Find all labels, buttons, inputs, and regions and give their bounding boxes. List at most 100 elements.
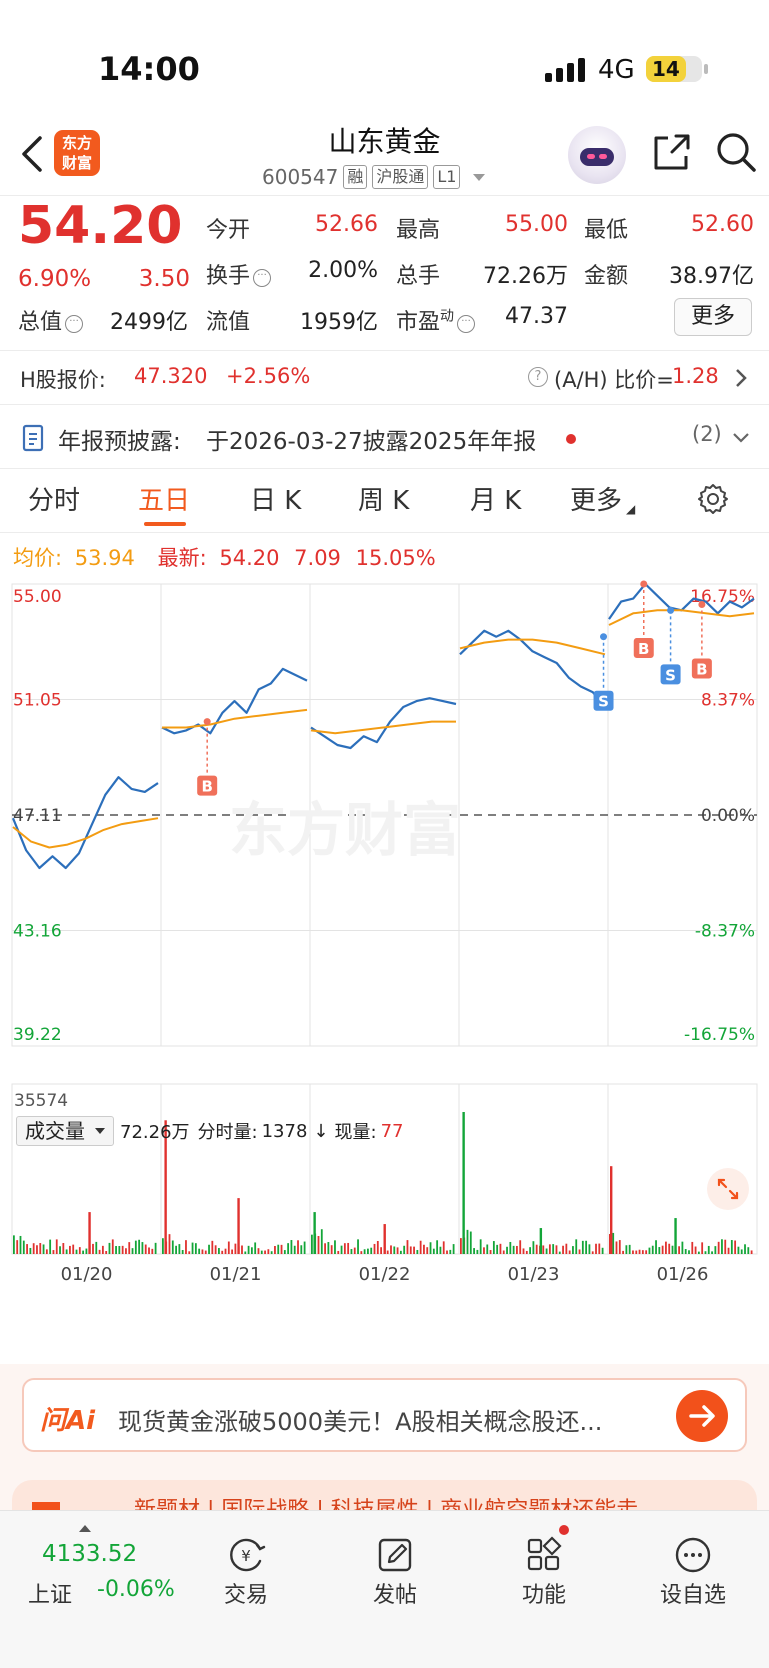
volume-bar: [665, 1241, 667, 1254]
nav-watchlist[interactable]: 设自选: [618, 1511, 768, 1631]
volume-bar: [181, 1250, 184, 1254]
volume-bar: [694, 1246, 697, 1254]
volume-bar: [85, 1248, 88, 1254]
active-tab-indicator: [144, 522, 186, 526]
volume-bar: [317, 1236, 320, 1254]
volume-bar: [290, 1240, 293, 1254]
volume-bar: [131, 1248, 134, 1254]
volume-bar: [148, 1247, 150, 1254]
tab-weekly-k[interactable]: 周 K: [358, 480, 409, 517]
volume-bar: [101, 1245, 104, 1254]
divider: [0, 404, 769, 405]
volume-bar: [436, 1240, 439, 1254]
volume-bar: [191, 1242, 194, 1254]
tab-more[interactable]: 更多 ◢: [570, 480, 635, 517]
volume-bar: [522, 1248, 525, 1254]
volume-bar: [548, 1244, 551, 1254]
volume-bar: [353, 1247, 356, 1254]
volume-total: 72.26万: [120, 1122, 190, 1143]
volume-bar: [254, 1242, 257, 1254]
stock-meta[interactable]: 600547 融 沪股通 L1: [262, 162, 486, 192]
volume-spike: [237, 1198, 240, 1254]
more-button[interactable]: 更多: [674, 298, 752, 336]
amount-label: 金额: [584, 264, 629, 289]
turnover-label[interactable]: 换手 ···: [206, 258, 272, 290]
share-icon[interactable]: [650, 132, 692, 174]
volume-bar: [707, 1245, 710, 1254]
latest-change: 7.09: [294, 546, 341, 570]
volume-bar: [373, 1243, 376, 1254]
volume-bar: [598, 1243, 601, 1254]
sell-mark-label: S: [598, 693, 609, 711]
h-share-row[interactable]: H股报价: 47.320 +2.56% ? (A/H) 比价= 1.28: [0, 352, 769, 402]
info-icon[interactable]: ···: [253, 269, 272, 287]
volume-bar: [460, 1238, 462, 1254]
avg-value: 53.94: [74, 546, 135, 570]
status-bar: 14:00 4G 14: [0, 0, 769, 120]
info-icon[interactable]: ···: [457, 315, 476, 333]
volume-bar: [442, 1241, 445, 1254]
ai-question-card[interactable]: 问Ai 现货黄金涨破5000美元！A股相关概念股还...: [22, 1378, 747, 1452]
nav-trade[interactable]: ¥ 交易: [171, 1511, 321, 1631]
volume-bar: [469, 1231, 472, 1254]
avg-line-day: [608, 609, 755, 626]
tick-volume-arrow: ↓: [313, 1120, 329, 1142]
volume-bar: [347, 1242, 350, 1254]
y-tick-right: -8.37%: [695, 922, 755, 942]
ai-prompt-text: 现货黄金涨破5000美元！A股相关概念股还...: [118, 1408, 603, 1436]
volume-bar: [185, 1240, 187, 1254]
report-notice[interactable]: 年报预披露: 于2026-03-27披露2025年年报 (2): [0, 410, 769, 466]
y-tick-left: 43.16: [13, 922, 62, 942]
volume-bar: [612, 1232, 615, 1254]
nav-index-ticker[interactable]: 4133.52 上证 -0.06%: [0, 1511, 175, 1631]
latest-percent: 15.05%: [355, 546, 436, 570]
volume-bar: [141, 1242, 144, 1254]
x-tick-label: 01/23: [508, 1264, 560, 1285]
collapse-up-icon: [79, 1525, 91, 1532]
volume-bar: [45, 1249, 48, 1254]
volume-bar: [727, 1247, 730, 1254]
volume-bar: [151, 1248, 154, 1254]
chart-tabs: 分时 五日 日 K 周 K 月 K 更多 ◢: [0, 474, 769, 532]
five-day-chart[interactable]: 东方财富 55.00 16.75%51.05 8.37%47.11 0.00%43.1…: [0, 572, 769, 1362]
nav-functions[interactable]: 功能: [469, 1511, 619, 1631]
volume-bar: [115, 1246, 117, 1254]
help-icon[interactable]: ?: [528, 367, 548, 387]
volume-bar: [69, 1245, 71, 1254]
volume-bar: [95, 1241, 98, 1254]
expand-icon[interactable]: [707, 1168, 749, 1210]
x-tick-label: 01/21: [210, 1264, 262, 1285]
volume-bar: [175, 1245, 177, 1254]
tab-five-day[interactable]: 五日: [138, 480, 190, 517]
pe-label[interactable]: 市盈动 ···: [396, 304, 476, 336]
volume-bar: [188, 1251, 191, 1254]
bottom-nav: 4133.52 上证 -0.06% ¥ 交易 发帖 功能 设自选: [0, 1510, 769, 1668]
volume-bar: [154, 1242, 157, 1254]
volume-bar: [565, 1243, 568, 1254]
tab-intraday[interactable]: 分时: [28, 480, 80, 517]
volume-indicator-select[interactable]: 成交量: [16, 1116, 114, 1146]
mktcap-label[interactable]: 总值 ···: [18, 304, 84, 336]
arrow-right-icon[interactable]: [676, 1390, 728, 1442]
volume-bar: [19, 1235, 22, 1254]
volume-spike: [610, 1166, 613, 1254]
nav-post[interactable]: 发帖: [320, 1511, 470, 1631]
network-label: 4G: [598, 55, 635, 85]
tab-daily-k[interactable]: 日 K: [250, 480, 301, 517]
volume-bar: [386, 1250, 389, 1254]
edit-icon: [378, 1538, 412, 1572]
volume-bar: [432, 1248, 435, 1254]
volume-bar: [134, 1240, 137, 1254]
gear-icon[interactable]: [696, 482, 730, 516]
tab-monthly-k[interactable]: 月 K: [470, 480, 521, 517]
volume-bar: [446, 1250, 448, 1254]
volume-bar: [367, 1248, 369, 1254]
volume-bar: [496, 1244, 499, 1254]
search-icon[interactable]: [714, 130, 758, 174]
volume-bar: [509, 1241, 512, 1254]
volume-bar: [625, 1245, 628, 1254]
volume-bar: [267, 1249, 270, 1254]
chevron-right-icon: [736, 369, 747, 387]
info-icon[interactable]: ···: [65, 315, 84, 333]
ai-robot-icon[interactable]: [568, 126, 626, 184]
